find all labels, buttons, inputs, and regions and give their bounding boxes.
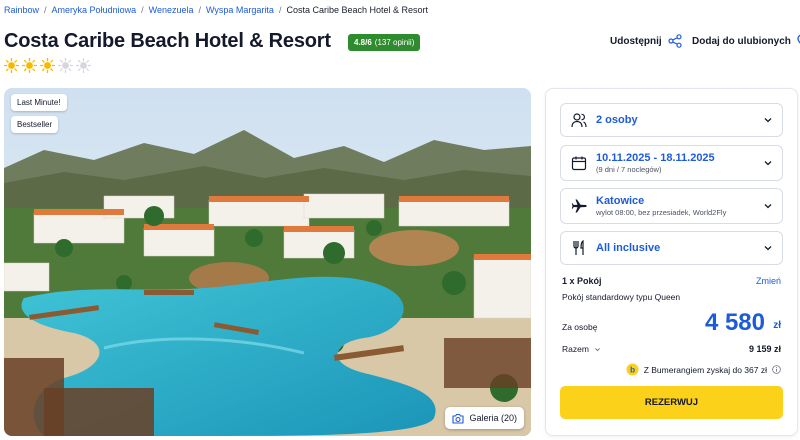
share-icon xyxy=(668,34,682,48)
chevron-down-icon xyxy=(764,204,772,209)
sun-star-empty-icon xyxy=(76,58,91,73)
rating-score: 4.8/6 xyxy=(354,38,372,47)
total-label: Razem xyxy=(562,344,589,354)
chevron-down-icon xyxy=(594,347,600,351)
hotel-title: Costa Caribe Beach Hotel & Resort xyxy=(4,30,331,52)
total-toggle[interactable]: Razem xyxy=(562,344,601,354)
sun-star-filled-icon xyxy=(40,58,55,73)
plane-icon xyxy=(571,199,587,213)
breadcrumb-current: Costa Caribe Beach Hotel & Resort xyxy=(286,5,429,15)
dates-text: 10.11.2025 - 18.11.2025 (9 dni / 7 nocle… xyxy=(596,152,715,174)
badge-bestseller: Bestseller xyxy=(11,116,59,133)
dates-selector[interactable]: 10.11.2025 - 18.11.2025 (9 dni / 7 nocle… xyxy=(560,145,783,181)
board-value: All inclusive xyxy=(596,242,661,254)
breadcrumb-separator: / xyxy=(278,5,282,15)
breadcrumb-link-margarita[interactable]: Wyspa Margarita xyxy=(206,5,274,15)
booking-panel: 2 osoby 10.11.2025 - 18.11.2025 (9 dni /… xyxy=(545,88,798,436)
svg-text:b: b xyxy=(630,365,635,375)
total-price: 9 159 zł xyxy=(748,344,781,354)
gallery-button[interactable]: Galeria (20) xyxy=(445,407,524,429)
bumerang-logo-icon: b xyxy=(626,363,639,376)
bumerang-info: b Z Bumerangiem zyskaj do 367 zł xyxy=(626,363,781,376)
breadcrumb-link-south-america[interactable]: Ameryka Południowa xyxy=(52,5,137,15)
book-button[interactable]: REZERWUJ xyxy=(560,386,783,419)
dates-subtext: (9 dni / 7 noclegów) xyxy=(596,165,662,174)
chevron-down-icon xyxy=(764,246,772,251)
chevron-down-icon xyxy=(764,118,772,123)
breadcrumb-link-rainbow[interactable]: Rainbow xyxy=(4,5,39,15)
people-value: 2 osoby xyxy=(596,114,638,126)
share-label: Udostępnij xyxy=(610,35,662,47)
room-count: 1 x Pokój xyxy=(562,276,602,286)
departure-value: Katowice xyxy=(596,195,645,207)
rating-reviews: (137 opinii) xyxy=(374,38,415,47)
sun-star-filled-icon xyxy=(22,58,37,73)
people-icon xyxy=(571,113,587,128)
star-rating xyxy=(4,58,91,73)
rating-badge[interactable]: 4.8/6 (137 opinii) xyxy=(348,34,421,51)
departure-text: Katowice wylot 08:00, bez przesiadek, Wo… xyxy=(596,195,726,217)
breadcrumb-link-venezuela[interactable]: Wenezuela xyxy=(149,5,194,15)
bumerang-text: Z Bumerangiem zyskaj do 367 zł xyxy=(643,364,767,375)
people-selector[interactable]: 2 osoby xyxy=(560,103,783,137)
favorite-button[interactable]: Dodaj do ulubionych xyxy=(692,34,800,48)
info-icon[interactable] xyxy=(772,365,781,374)
board-selector[interactable]: All inclusive xyxy=(560,231,783,265)
breadcrumb: Rainbow / Ameryka Południowa / Wenezuela… xyxy=(4,3,428,17)
people-text: 2 osoby xyxy=(596,114,638,126)
share-button[interactable]: Udostępnij xyxy=(610,34,682,48)
departure-subtext: wylot 08:00, bez przesiadek, World2Fly xyxy=(596,208,727,217)
cutlery-icon xyxy=(573,240,584,255)
breadcrumb-separator: / xyxy=(198,5,201,15)
badge-last-minute: Last Minute! xyxy=(11,94,67,111)
chevron-down-icon xyxy=(764,161,772,166)
room-type: Pokój standardowy typu Queen xyxy=(562,292,681,302)
sun-star-empty-icon xyxy=(58,58,73,73)
board-text: All inclusive xyxy=(596,242,660,254)
price-per-person: 4 580 xyxy=(704,309,765,336)
breadcrumb-separator: / xyxy=(141,5,144,15)
gallery-label: Galeria (20) xyxy=(469,413,517,423)
camera-icon xyxy=(452,413,465,424)
calendar-icon xyxy=(571,156,587,171)
dates-value: 10.11.2025 - 18.11.2025 xyxy=(596,152,715,164)
sun-star-filled-icon xyxy=(4,58,19,73)
change-room-link[interactable]: Zmień xyxy=(756,276,781,286)
departure-selector[interactable]: Katowice wylot 08:00, bez przesiadek, Wo… xyxy=(560,188,783,224)
hotel-photo[interactable]: Last Minute! Bestseller Galeria (20) xyxy=(4,88,531,436)
resort-aerial-image xyxy=(4,88,531,436)
price-currency: zł xyxy=(773,320,781,331)
favorite-label: Dodaj do ulubionych xyxy=(692,35,791,47)
per-person-label: Za osobę xyxy=(562,322,598,332)
breadcrumb-separator: / xyxy=(44,5,47,15)
